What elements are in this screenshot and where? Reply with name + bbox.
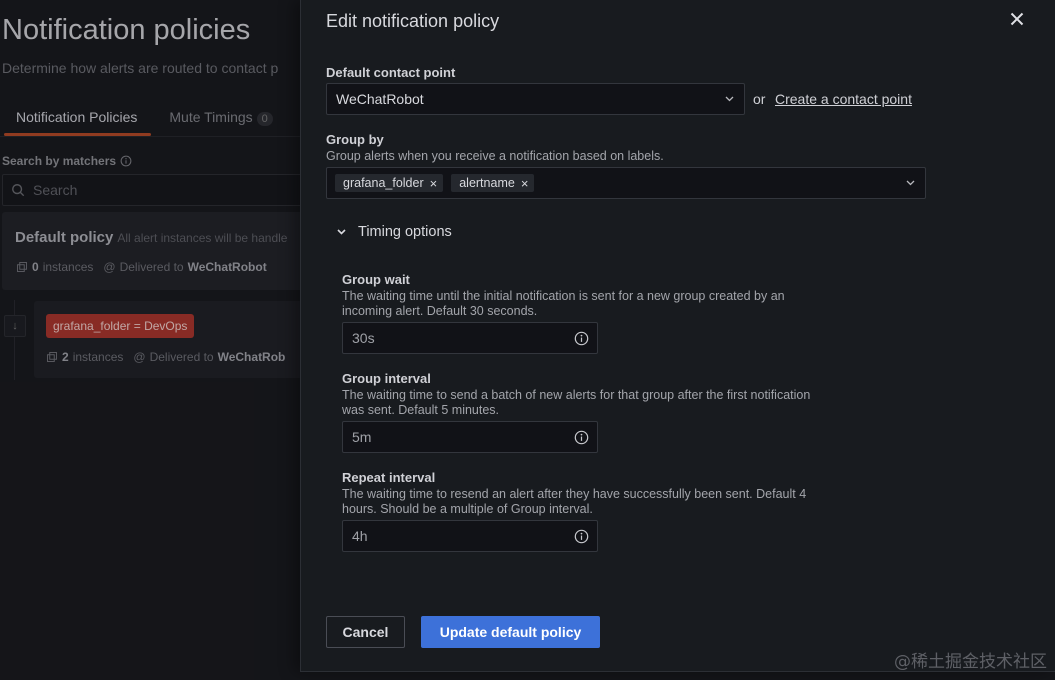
chevron-down-icon [905, 178, 915, 188]
close-icon [1010, 12, 1024, 26]
chevron-down-icon [337, 229, 346, 235]
group-by-label: Group by [326, 132, 384, 147]
drawer-title: Edit notification policy [326, 11, 500, 31]
group-wait-label: Group wait [342, 272, 410, 287]
group-by-select[interactable]: grafana_folder × alertname × [326, 167, 926, 199]
update-default-policy-button[interactable]: Update default policy [421, 616, 600, 648]
timing-options-toggle[interactable]: Timing options [337, 224, 452, 240]
group-by-chip: grafana_folder × [335, 174, 444, 192]
cancel-button[interactable]: Cancel [326, 616, 405, 648]
group-wait-input[interactable]: 30s [342, 322, 598, 354]
repeat-interval-label: Repeat interval [342, 470, 436, 485]
info-icon [574, 331, 589, 346]
close-button[interactable] [1006, 8, 1028, 30]
group-wait-description: The waiting time until the initial notif… [342, 289, 785, 318]
group-interval-label: Group interval [342, 371, 431, 386]
or-text: or [753, 91, 766, 107]
contact-point-label: Default contact point [326, 65, 456, 80]
info-icon [574, 529, 589, 544]
contact-point-value: WeChatRobot [336, 91, 424, 107]
edit-policy-drawer: Edit notification policy Default contact… [300, 0, 1055, 672]
create-contact-point-link[interactable]: Create a contact point [775, 91, 912, 107]
remove-chip-icon[interactable]: × [430, 177, 438, 190]
group-wait-placeholder: 30s [352, 330, 375, 346]
group-interval-placeholder: 5m [352, 429, 372, 445]
remove-chip-icon[interactable]: × [521, 177, 529, 190]
group-interval-input[interactable]: 5m [342, 421, 598, 453]
chevron-down-icon [724, 94, 734, 104]
repeat-interval-description: The waiting time to resend an alert afte… [342, 487, 807, 516]
repeat-interval-placeholder: 4h [352, 528, 368, 544]
group-by-chip: alertname × [451, 174, 535, 192]
repeat-interval-input[interactable]: 4h [342, 520, 598, 552]
group-interval-description: The waiting time to send a batch of new … [342, 388, 811, 417]
group-by-description: Group alerts when you receive a notifica… [326, 149, 664, 163]
contact-point-select[interactable]: WeChatRobot [326, 83, 745, 115]
watermark: @稀土掘金技术社区 [894, 652, 1047, 672]
info-icon [574, 430, 589, 445]
timing-options-label: Timing options [358, 224, 452, 240]
